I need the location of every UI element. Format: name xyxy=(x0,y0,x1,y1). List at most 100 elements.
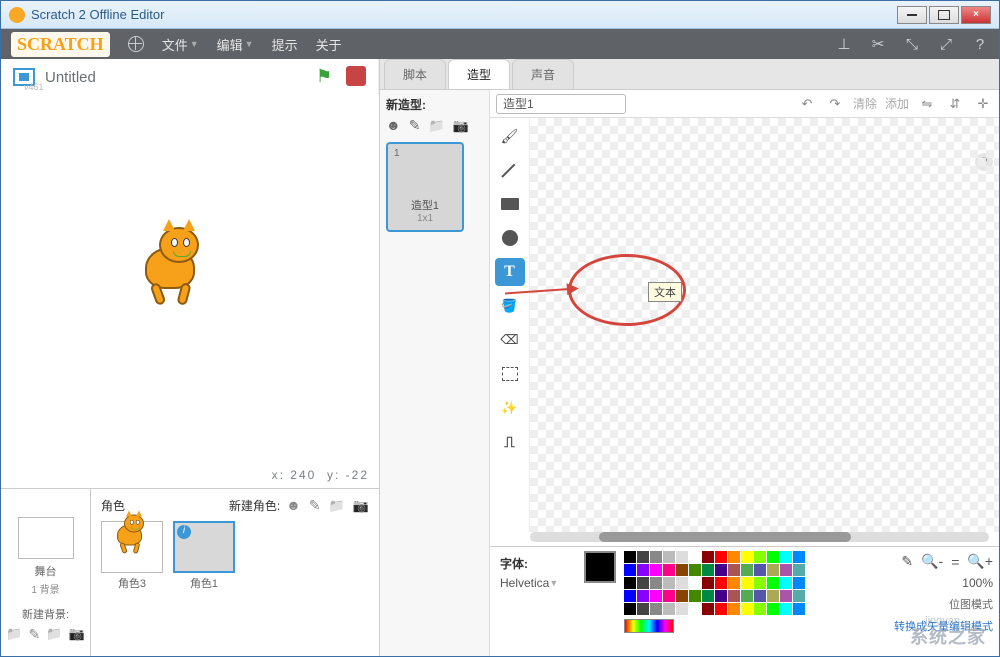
palette-cell[interactable] xyxy=(702,551,714,563)
palette-cell[interactable] xyxy=(663,603,675,615)
palette-cell[interactable] xyxy=(754,551,766,563)
flip-v-icon[interactable]: ⇵ xyxy=(945,95,965,113)
palette-cell[interactable] xyxy=(754,577,766,589)
sprite-camera-icon[interactable] xyxy=(353,497,369,514)
palette-cell[interactable] xyxy=(793,603,805,615)
palette-cell[interactable] xyxy=(702,603,714,615)
palette-cell[interactable] xyxy=(650,564,662,576)
menu-file[interactable]: 文件▼ xyxy=(162,35,199,54)
palette-cell[interactable] xyxy=(702,564,714,576)
color-palette[interactable] xyxy=(620,547,809,656)
palette-cell[interactable] xyxy=(637,603,649,615)
palette-cell[interactable] xyxy=(624,577,636,589)
palette-cell[interactable] xyxy=(780,590,792,602)
ellipse-tool[interactable] xyxy=(495,224,525,252)
flip-h-icon[interactable]: ⇋ xyxy=(917,95,937,113)
help-icon[interactable]: ? xyxy=(971,35,989,53)
font-select[interactable]: Helvetica ▼ xyxy=(500,576,570,590)
menu-tips[interactable]: 提示 xyxy=(272,35,298,54)
palette-cell[interactable] xyxy=(676,577,688,589)
palette-cell[interactable] xyxy=(715,590,727,602)
palette-cell[interactable] xyxy=(741,590,753,602)
center-icon[interactable]: ✛ xyxy=(973,95,993,113)
eyedropper-icon[interactable] xyxy=(901,553,913,570)
palette-cell[interactable] xyxy=(715,551,727,563)
sprite-upload-icon[interactable] xyxy=(329,497,345,514)
sprite-library-icon[interactable] xyxy=(286,497,301,514)
costume-thumbnail[interactable]: 1 造型1 1x1 xyxy=(386,142,464,232)
stamp-tool[interactable] xyxy=(495,428,525,456)
language-globe-icon[interactable] xyxy=(128,36,144,52)
window-close-button[interactable]: × xyxy=(961,6,991,24)
palette-cell[interactable] xyxy=(780,564,792,576)
palette-cell[interactable] xyxy=(637,551,649,563)
palette-cell[interactable] xyxy=(780,603,792,615)
grow-tool-icon[interactable]: ⤡ xyxy=(903,35,921,53)
paint-canvas[interactable] xyxy=(530,118,999,532)
palette-cell[interactable] xyxy=(650,603,662,615)
palette-cell[interactable] xyxy=(689,590,701,602)
brush-tool[interactable] xyxy=(495,122,525,150)
palette-cell[interactable] xyxy=(676,564,688,576)
palette-cell[interactable] xyxy=(663,551,675,563)
tab-scripts[interactable]: 脚本 xyxy=(384,59,446,89)
project-title[interactable]: Untitled xyxy=(45,69,96,86)
sprite-info-icon[interactable]: i xyxy=(177,525,191,539)
zoom-in-icon[interactable]: 🔍+ xyxy=(967,553,993,570)
shrink-tool-icon[interactable]: ⤢ xyxy=(937,35,955,53)
palette-cell[interactable] xyxy=(728,564,740,576)
palette-cell[interactable] xyxy=(702,577,714,589)
zoom-reset-icon[interactable]: = xyxy=(951,554,959,570)
menu-edit[interactable]: 编辑▼ xyxy=(217,35,254,54)
palette-cell[interactable] xyxy=(650,590,662,602)
stop-icon[interactable] xyxy=(346,66,366,86)
backdrop-paint-icon[interactable] xyxy=(29,626,41,643)
palette-cell[interactable] xyxy=(715,564,727,576)
palette-cell[interactable] xyxy=(793,577,805,589)
palette-cell[interactable] xyxy=(780,551,792,563)
sprite-item[interactable]: 角色3 xyxy=(101,521,163,591)
palette-cell[interactable] xyxy=(754,590,766,602)
stage-thumbnail[interactable] xyxy=(18,517,74,559)
wand-tool[interactable] xyxy=(495,394,525,422)
stage-canvas[interactable]: x: 240 y: -22 xyxy=(1,95,379,488)
palette-cell[interactable] xyxy=(624,564,636,576)
palette-cell[interactable] xyxy=(728,590,740,602)
palette-cell[interactable] xyxy=(741,564,753,576)
tab-costumes[interactable]: 造型 xyxy=(448,59,510,89)
canvas-horizontal-scrollbar[interactable] xyxy=(530,532,989,542)
undo-icon[interactable]: ↶ xyxy=(797,95,817,113)
menu-about[interactable]: 关于 xyxy=(316,35,342,54)
rect-tool[interactable] xyxy=(495,190,525,218)
palette-cell[interactable] xyxy=(663,590,675,602)
palette-cell[interactable] xyxy=(624,603,636,615)
cut-tool-icon[interactable]: ✂ xyxy=(869,35,887,53)
window-minimize-button[interactable] xyxy=(897,6,927,24)
palette-cell[interactable] xyxy=(637,577,649,589)
palette-cell[interactable] xyxy=(676,551,688,563)
palette-cell[interactable] xyxy=(793,590,805,602)
palette-cell[interactable] xyxy=(637,590,649,602)
palette-cell[interactable] xyxy=(715,577,727,589)
line-tool[interactable] xyxy=(495,156,525,184)
palette-cell[interactable] xyxy=(767,577,779,589)
stamp-tool-icon[interactable]: ⊥ xyxy=(835,35,853,53)
palette-cell[interactable] xyxy=(728,551,740,563)
sprite-cat-on-stage[interactable] xyxy=(145,247,235,337)
palette-cell[interactable] xyxy=(793,551,805,563)
palette-cell[interactable] xyxy=(741,577,753,589)
zoom-out-icon[interactable]: 🔍- xyxy=(921,553,943,570)
costume-name-input[interactable] xyxy=(496,94,626,114)
hue-slider[interactable] xyxy=(624,619,674,633)
backdrop-library-icon[interactable] xyxy=(6,626,22,643)
costume-library-icon[interactable] xyxy=(386,117,401,134)
palette-cell[interactable] xyxy=(767,590,779,602)
palette-cell[interactable] xyxy=(741,551,753,563)
palette-cell[interactable] xyxy=(793,564,805,576)
costume-camera-icon[interactable] xyxy=(453,117,469,134)
palette-cell[interactable] xyxy=(624,551,636,563)
palette-cell[interactable] xyxy=(650,577,662,589)
green-flag-icon[interactable]: ⚑ xyxy=(316,66,338,88)
window-maximize-button[interactable] xyxy=(929,6,959,24)
costume-paint-icon[interactable] xyxy=(409,117,421,134)
